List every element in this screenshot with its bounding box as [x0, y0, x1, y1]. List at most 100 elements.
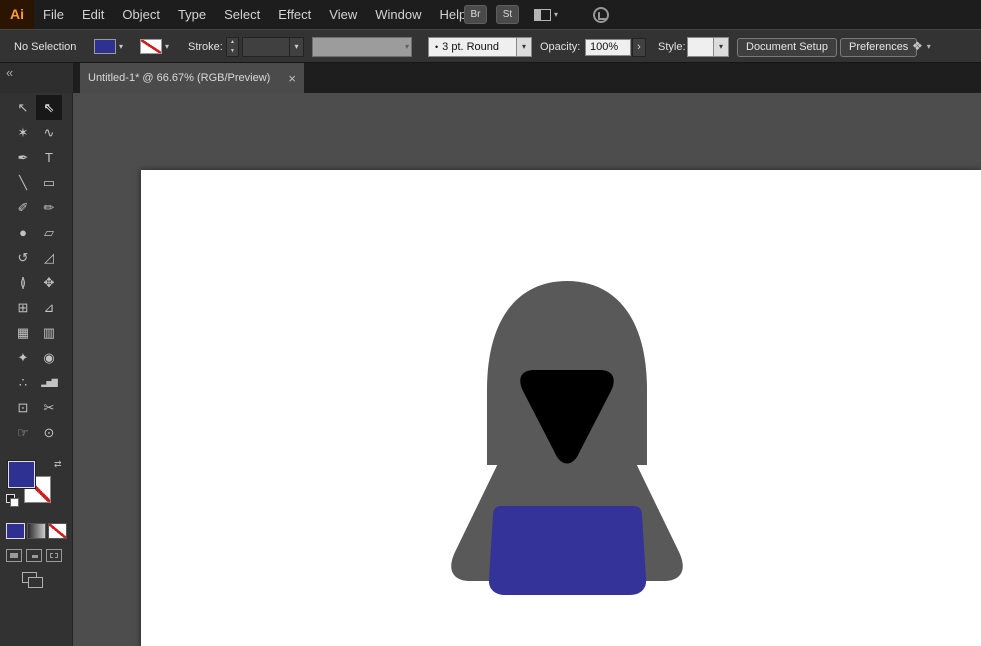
stroke-width-stepper[interactable]: ▲ ▼ [226, 37, 239, 57]
canvas-area[interactable] [73, 93, 981, 646]
chevron-down-icon[interactable]: ▾ [289, 38, 303, 56]
tools-grid: ↖ ⇖ ✶ ∿ ✒ T ╲ ▭ ✐ ✏ ● ▱ ↺ ◿ ≬ ✥ ⊞ ⊿ ▦ ▥ ✦ ◉ ∴ ▂▅▇ ⊡ ✂ ☞ ⊙ [10, 95, 62, 445]
rotate-tool[interactable]: ↺ [10, 245, 36, 270]
eyedropper-tool[interactable]: ✦ [10, 345, 36, 370]
chevron-down-icon[interactable]: ▾ [516, 38, 531, 56]
paintbrush-tool[interactable]: ✐ [10, 195, 36, 220]
lasso-tool[interactable]: ∿ [36, 120, 62, 145]
stroke-color-dropdown[interactable]: ▾ [140, 39, 169, 54]
chevron-down-icon: ▾ [119, 42, 124, 51]
artboard-tool[interactable]: ⊡ [10, 395, 36, 420]
chevron-down-icon: ▾ [404, 42, 409, 51]
document-tab[interactable]: Untitled-1* @ 66.67% (RGB/Preview) × [80, 63, 304, 93]
brush-definition-select[interactable]: • 3 pt. Round ▾ [428, 37, 532, 57]
zoom-tool[interactable]: ⊙ [36, 420, 62, 445]
control-panel-menu[interactable]: ❖ ▾ [912, 39, 931, 53]
draw-inside-button[interactable] [46, 549, 62, 562]
artwork-hooded-figure [451, 281, 683, 595]
gradient-tool[interactable]: ▥ [36, 320, 62, 345]
robe-shape[interactable] [488, 506, 647, 595]
sync-icon[interactable] [593, 6, 610, 23]
fill-swatch[interactable] [94, 39, 116, 54]
chevron-down-icon: ▾ [165, 42, 170, 51]
document-tab-bar: « Untitled-1* @ 66.67% (RGB/Preview) × [0, 63, 981, 93]
opacity-more-button[interactable]: › [632, 38, 646, 57]
perspective-grid-tool[interactable]: ⊿ [36, 295, 62, 320]
paint-mode-buttons [6, 523, 67, 539]
brush-dot-icon: • [435, 42, 439, 52]
menu-effect[interactable]: Effect [269, 0, 320, 29]
control-bar: No Selection ▾ ▾ Stroke: ▲ ▼ ▾ ▾ • 3 pt.… [0, 29, 981, 63]
stroke-none-swatch[interactable] [140, 39, 162, 54]
illustrator-logo: Ai [0, 0, 34, 29]
rectangle-tool[interactable]: ▭ [36, 170, 62, 195]
menu-edit[interactable]: Edit [73, 0, 113, 29]
document-tab-title: Untitled-1* @ 66.67% (RGB/Preview) [88, 72, 271, 84]
menu-items: File Edit Object Type Select Effect View Window… [34, 0, 475, 29]
selection-tool[interactable]: ↖ [10, 95, 36, 120]
menu-window[interactable]: Window [366, 0, 430, 29]
stroke-label[interactable]: Stroke: [188, 41, 223, 53]
menu-object[interactable]: Object [113, 0, 169, 29]
panel-menu-icon: ❖ [912, 39, 923, 53]
chevron-down-icon[interactable]: ▾ [713, 38, 728, 56]
free-transform-tool[interactable]: ✥ [36, 270, 62, 295]
symbol-sprayer-tool[interactable]: ∴ [10, 370, 36, 395]
variable-width-profile-select: ▾ [312, 37, 412, 57]
chevron-down-icon: ▾ [554, 10, 559, 19]
slice-tool[interactable]: ✂ [36, 395, 62, 420]
fill-color-dropdown[interactable]: ▾ [94, 39, 123, 54]
type-tool[interactable]: T [36, 145, 62, 170]
close-icon[interactable]: × [288, 71, 296, 86]
workspace-icon [534, 8, 551, 21]
chevron-down-icon: ▾ [926, 41, 931, 51]
color-button[interactable] [6, 523, 25, 539]
draw-behind-button[interactable] [26, 549, 42, 562]
screen-mode-button[interactable] [22, 572, 44, 588]
eraser-tool[interactable]: ▱ [36, 220, 62, 245]
pencil-tool[interactable]: ✏ [36, 195, 62, 220]
magic-wand-tool[interactable]: ✶ [10, 120, 36, 145]
stepper-up-icon[interactable]: ▲ [227, 38, 238, 47]
artboard[interactable] [141, 170, 981, 646]
line-segment-tool[interactable]: ╲ [10, 170, 36, 195]
collapse-panel-icon[interactable]: « [6, 65, 13, 80]
blob-brush-tool[interactable]: ● [10, 220, 36, 245]
bridge-button[interactable]: Br [464, 5, 487, 24]
document-setup-button[interactable]: Document Setup [737, 38, 837, 57]
menu-select[interactable]: Select [215, 0, 269, 29]
stepper-down-icon[interactable]: ▼ [227, 47, 238, 56]
workspace-switcher[interactable]: ▾ [534, 8, 559, 21]
scale-tool[interactable]: ◿ [36, 245, 62, 270]
none-button[interactable] [48, 523, 67, 539]
default-fill-stroke-icon[interactable] [6, 494, 19, 507]
fill-stroke-indicator: ⇄ [6, 459, 64, 509]
tool-panel-header: « [0, 63, 73, 93]
selection-status: No Selection [14, 41, 77, 53]
mesh-tool[interactable]: ▦ [10, 320, 36, 345]
opacity-input[interactable]: 100% [585, 39, 631, 56]
stroke-width-select[interactable]: ▾ [242, 37, 304, 57]
preferences-button[interactable]: Preferences [840, 38, 918, 57]
blend-tool[interactable]: ◉ [36, 345, 62, 370]
gradient-button[interactable] [27, 523, 46, 539]
shape-builder-tool[interactable]: ⊞ [10, 295, 36, 320]
stock-button[interactable]: St [496, 5, 519, 24]
swap-fill-stroke-icon[interactable]: ⇄ [54, 459, 62, 470]
column-graph-tool[interactable]: ▂▅▇ [36, 370, 62, 395]
brush-definition-value: 3 pt. Round [442, 41, 500, 53]
menu-view[interactable]: View [320, 0, 366, 29]
menu-type[interactable]: Type [169, 0, 215, 29]
screen-mode-icon-overlay [28, 577, 43, 588]
opacity-label[interactable]: Opacity: [540, 41, 580, 53]
width-tool[interactable]: ≬ [10, 270, 36, 295]
style-label: Style: [658, 41, 686, 53]
fill-color-indicator[interactable] [8, 461, 35, 488]
hand-tool[interactable]: ☞ [10, 420, 36, 445]
graphic-style-select[interactable]: ▾ [687, 37, 729, 57]
tool-panel: ↖ ⇖ ✶ ∿ ✒ T ╲ ▭ ✐ ✏ ● ▱ ↺ ◿ ≬ ✥ ⊞ ⊿ ▦ ▥ ✦ ◉ ∴ ▂▅▇ ⊡ ✂ ☞ ⊙ ⇄ [0, 93, 73, 646]
menu-file[interactable]: File [34, 0, 73, 29]
direct-selection-tool[interactable]: ⇖ [36, 95, 62, 120]
draw-normal-button[interactable] [6, 549, 22, 562]
pen-tool[interactable]: ✒ [10, 145, 36, 170]
